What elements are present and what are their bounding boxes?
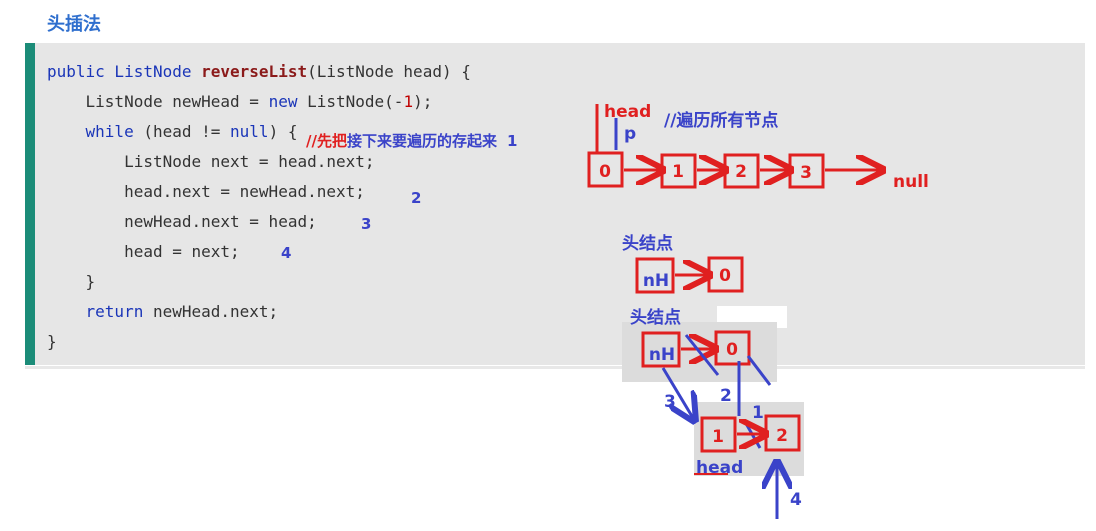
nh-label: nH <box>643 271 669 291</box>
node-value: 0 <box>726 340 738 360</box>
diag-step-3: 3 <box>664 392 676 412</box>
node-value: 0 <box>719 266 731 286</box>
diag-step-4: 4 <box>790 490 802 510</box>
list-node-value: 0 <box>599 162 611 182</box>
list-node-value: 1 <box>672 162 684 182</box>
head-node-label: 头结点 <box>622 233 673 254</box>
linked-list-diagram: head p //遍历所有节点 0 1 2 3 null 头结点 nH 0 头结… <box>587 102 929 519</box>
head-pointer-label: head <box>604 102 651 122</box>
step-2-arrow <box>684 334 720 376</box>
traverse-comment: //遍历所有节点 <box>664 110 778 131</box>
p-pointer-label: p <box>624 124 636 144</box>
diag-step-2: 2 <box>720 386 732 406</box>
diag-step-1: 1 <box>752 403 764 423</box>
step-1-arrow <box>746 355 772 386</box>
head-node-label: 头结点 <box>630 307 681 328</box>
list-node-value: 3 <box>800 163 812 183</box>
node-value: 2 <box>776 426 788 446</box>
null-label: null <box>893 172 929 192</box>
nh-label: nH <box>649 345 675 365</box>
list-node-value: 2 <box>735 162 747 182</box>
top-list: 0 1 2 3 null <box>587 151 929 192</box>
node-value: 1 <box>712 427 724 447</box>
